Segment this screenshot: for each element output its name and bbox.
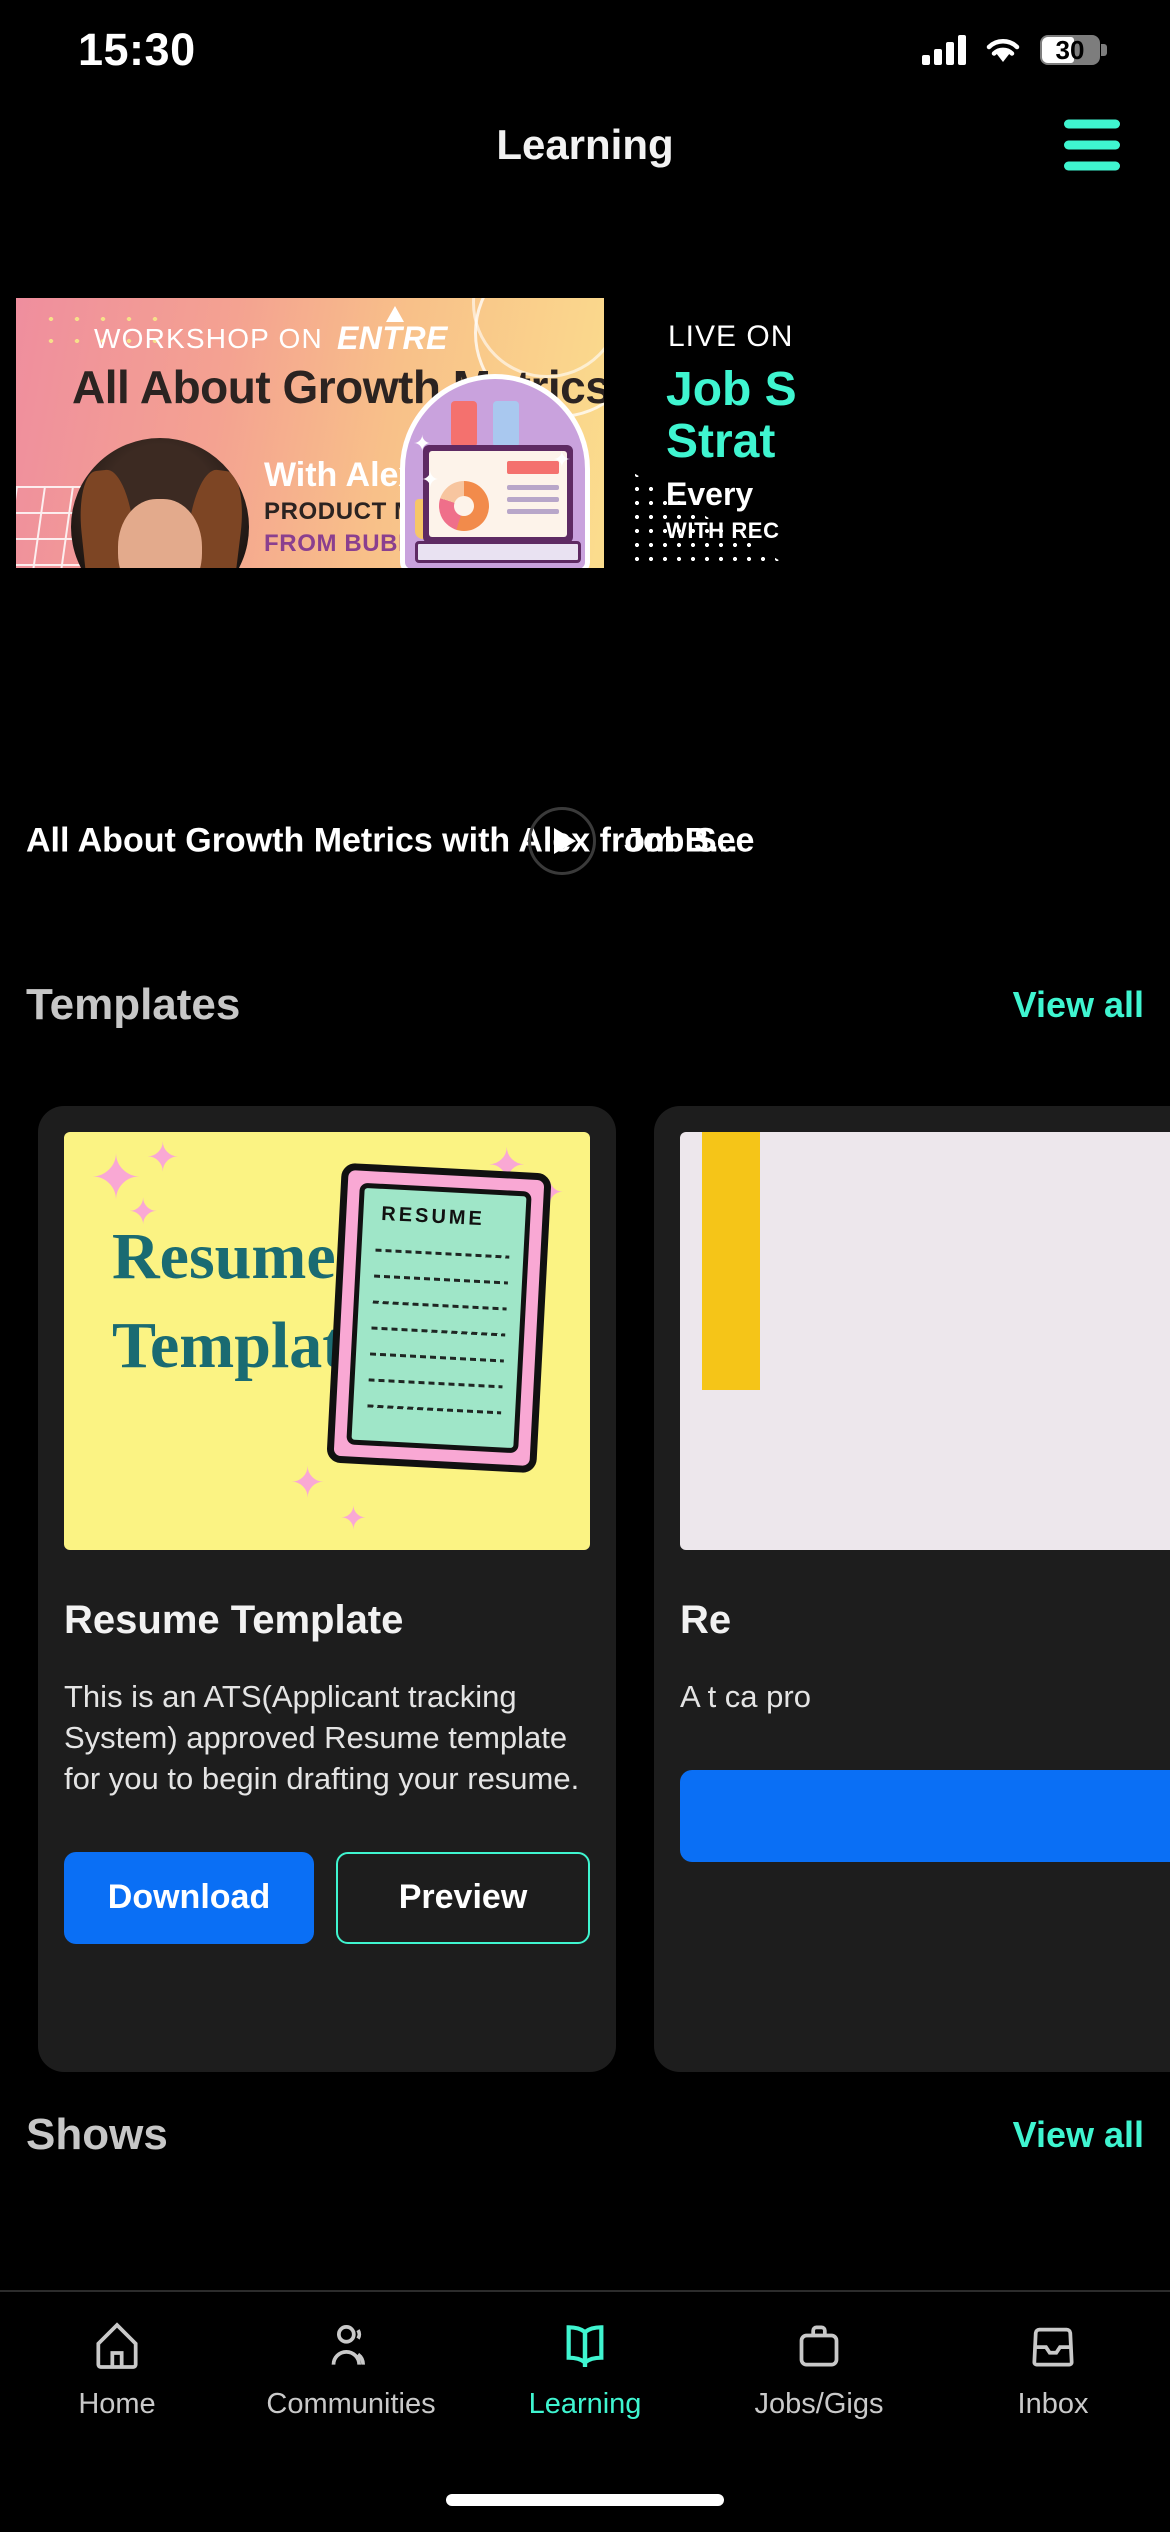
tab-inbox-label: Inbox bbox=[1017, 2388, 1089, 2420]
template-thumbnail bbox=[680, 1132, 1170, 1550]
tab-jobs-gigs[interactable]: Jobs/Gigs bbox=[702, 2318, 936, 2421]
template-card[interactable]: Re A t ca pro bbox=[654, 1106, 1170, 2072]
template-description: A t ca pro bbox=[680, 1679, 811, 1714]
tab-learning[interactable]: Learning bbox=[468, 2318, 702, 2421]
download-button[interactable]: Download bbox=[64, 1851, 314, 1944]
people-icon bbox=[331, 2324, 365, 2365]
carousel-slide-1[interactable]: WORKSHOP ON ENTRE All About Growth Metri… bbox=[16, 298, 604, 568]
template-name: Resume Template bbox=[64, 1598, 404, 1642]
video-title-2: Job See bbox=[624, 821, 755, 860]
app-screen: 15:30 30 Learning WORKSHOP ON ENTRE All … bbox=[0, 0, 1170, 2532]
briefcase-icon bbox=[799, 2325, 839, 2367]
banner2-title-line1: Job S bbox=[666, 363, 797, 416]
battery-percent: 30 bbox=[1055, 34, 1085, 65]
template-name: Re bbox=[680, 1598, 732, 1642]
page-title: Learning bbox=[496, 121, 674, 168]
banner-kicker-text: WORKSHOP ON bbox=[94, 322, 323, 354]
inbox-icon bbox=[1032, 2327, 1074, 2367]
speaker-avatar bbox=[71, 438, 249, 568]
banner2-title-line2: Strat bbox=[666, 414, 776, 468]
download-button[interactable] bbox=[680, 1769, 1170, 1862]
cellular-signal-icon bbox=[922, 35, 966, 65]
template-actions: Download Preview bbox=[64, 1851, 590, 1944]
tab-home-label: Home bbox=[78, 2388, 156, 2420]
carousel-captions: All About Growth Metrics with Alex from … bbox=[0, 786, 1170, 896]
book-icon bbox=[566, 2325, 604, 2367]
shows-view-all-link[interactable]: View all bbox=[1013, 2114, 1144, 2156]
templates-title: Templates bbox=[26, 980, 241, 1029]
shows-section-header: Shows View all bbox=[0, 2110, 1170, 2160]
tab-jobs-gigs-label: Jobs/Gigs bbox=[754, 2388, 884, 2420]
hamburger-menu-icon[interactable] bbox=[1064, 119, 1120, 171]
templates-view-all-link[interactable]: View all bbox=[1013, 984, 1144, 1026]
banner-kicker: WORKSHOP ON ENTRE bbox=[94, 306, 448, 357]
banner2-title: Job S Strat bbox=[666, 364, 797, 468]
status-time: 15:30 bbox=[78, 24, 196, 75]
bottom-tab-bar: Home Communities Learning Jobs/Gigs Inbo… bbox=[0, 2290, 1170, 2532]
tab-communities-label: Communities bbox=[266, 2388, 436, 2420]
tab-home[interactable]: Home bbox=[0, 2318, 234, 2421]
tab-learning-label: Learning bbox=[528, 2388, 642, 2420]
resume-document-illustration: RESUME bbox=[326, 1162, 552, 1474]
template-thumb-line1: Resume bbox=[112, 1220, 336, 1293]
template-card[interactable]: ✦ ✦ ✦ ✦ ✦ ✦ ✦ Resume Template RESUME bbox=[38, 1106, 616, 2072]
wifi-icon bbox=[984, 36, 1022, 64]
templates-section-header: Templates View all bbox=[0, 980, 1170, 1030]
carousel-slide-2[interactable]: LIVE ON Job S Strat Every WITH REC bbox=[630, 298, 1170, 568]
preview-button[interactable]: Preview bbox=[336, 1851, 590, 1944]
play-icon[interactable] bbox=[528, 807, 596, 875]
banner-illustration: ✦ ✦ ✦ bbox=[400, 374, 590, 568]
entre-brand-text: ENTRE bbox=[336, 320, 448, 356]
up-arrow-icon bbox=[385, 306, 404, 322]
tab-communities[interactable]: Communities bbox=[234, 2318, 468, 2421]
shows-title: Shows bbox=[26, 2110, 168, 2159]
template-actions bbox=[680, 1769, 1170, 1862]
status-bar: 15:30 30 bbox=[0, 0, 1170, 100]
status-icons: 30 bbox=[922, 34, 1107, 65]
tab-inbox[interactable]: Inbox bbox=[936, 2318, 1170, 2421]
template-description: This is an ATS(Applicant tracking System… bbox=[64, 1679, 580, 1796]
resume-doc-label: RESUME bbox=[380, 1202, 486, 1231]
banner2-kicker: LIVE ON bbox=[668, 320, 794, 353]
featured-carousel[interactable]: WORKSHOP ON ENTRE All About Growth Metri… bbox=[0, 298, 1170, 568]
app-header: Learning bbox=[0, 100, 1170, 190]
home-indicator bbox=[446, 2494, 724, 2506]
thumbnail-stripe-decoration bbox=[702, 1132, 760, 1390]
home-icon bbox=[96, 2322, 138, 2369]
battery-icon: 30 bbox=[1040, 34, 1107, 65]
entre-brand-logo: ENTRE bbox=[336, 306, 448, 357]
templates-rail[interactable]: ✦ ✦ ✦ ✦ ✦ ✦ ✦ Resume Template RESUME bbox=[0, 1106, 1170, 2072]
template-thumbnail: ✦ ✦ ✦ ✦ ✦ ✦ ✦ Resume Template RESUME bbox=[64, 1132, 590, 1550]
